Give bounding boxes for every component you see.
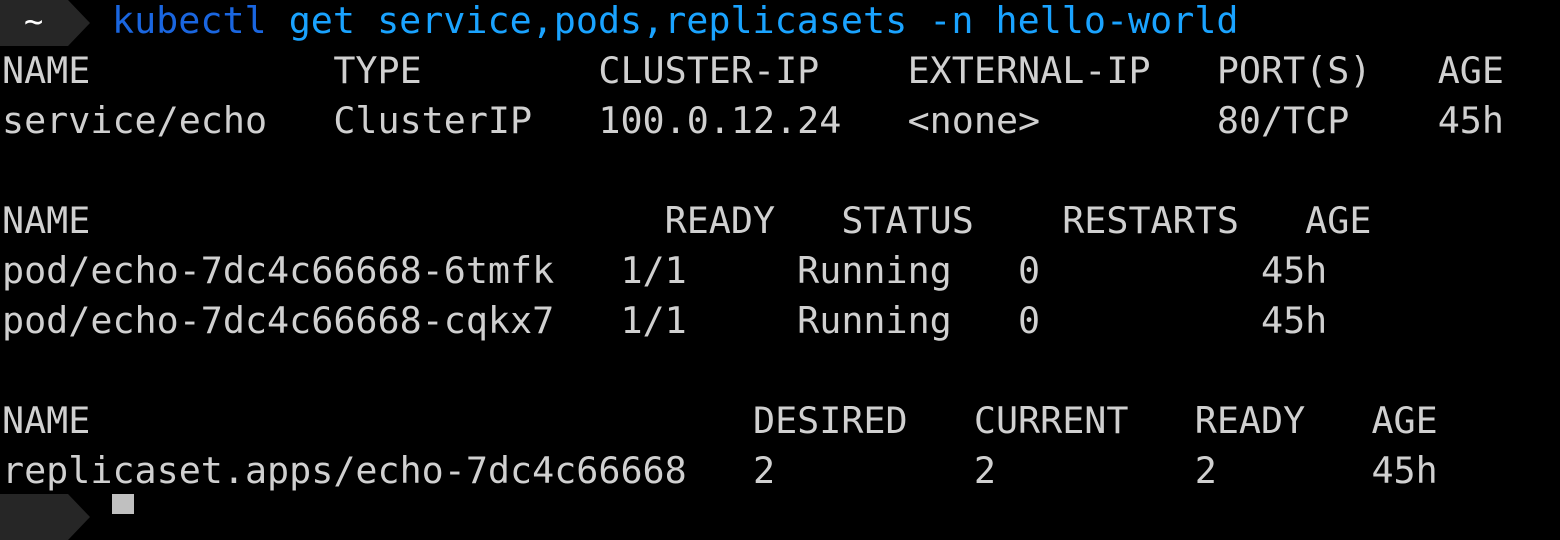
next-prompt-segment [0,494,90,540]
prompt-cwd: ~ [24,2,44,40]
services-header: NAME TYPE CLUSTER-IP EXTERNAL-IP PORT(S)… [2,49,1504,92]
pods-header: NAME READY STATUS RESTARTS AGE [2,199,1372,242]
service-row: service/echo ClusterIP 100.0.12.24 <none… [2,99,1504,142]
command-args: get service,pods,replicasets -n hello-wo… [288,0,1239,42]
text-cursor[interactable] [112,494,134,514]
command-program: kubectl [112,0,267,42]
replicasets-header: NAME DESIRED CURRENT READY AGE [2,399,1438,442]
replicaset-row: replicaset.apps/echo-7dc4c66668 2 2 2 45… [2,449,1438,492]
pod-row: pod/echo-7dc4c66668-cqkx7 1/1 Running 0 … [2,299,1328,342]
command-line: kubectl get service,pods,replicasets -n … [112,0,1239,46]
prompt-segment [0,0,90,46]
pod-row: pod/echo-7dc4c66668-6tmfk 1/1 Running 0 … [2,249,1328,292]
